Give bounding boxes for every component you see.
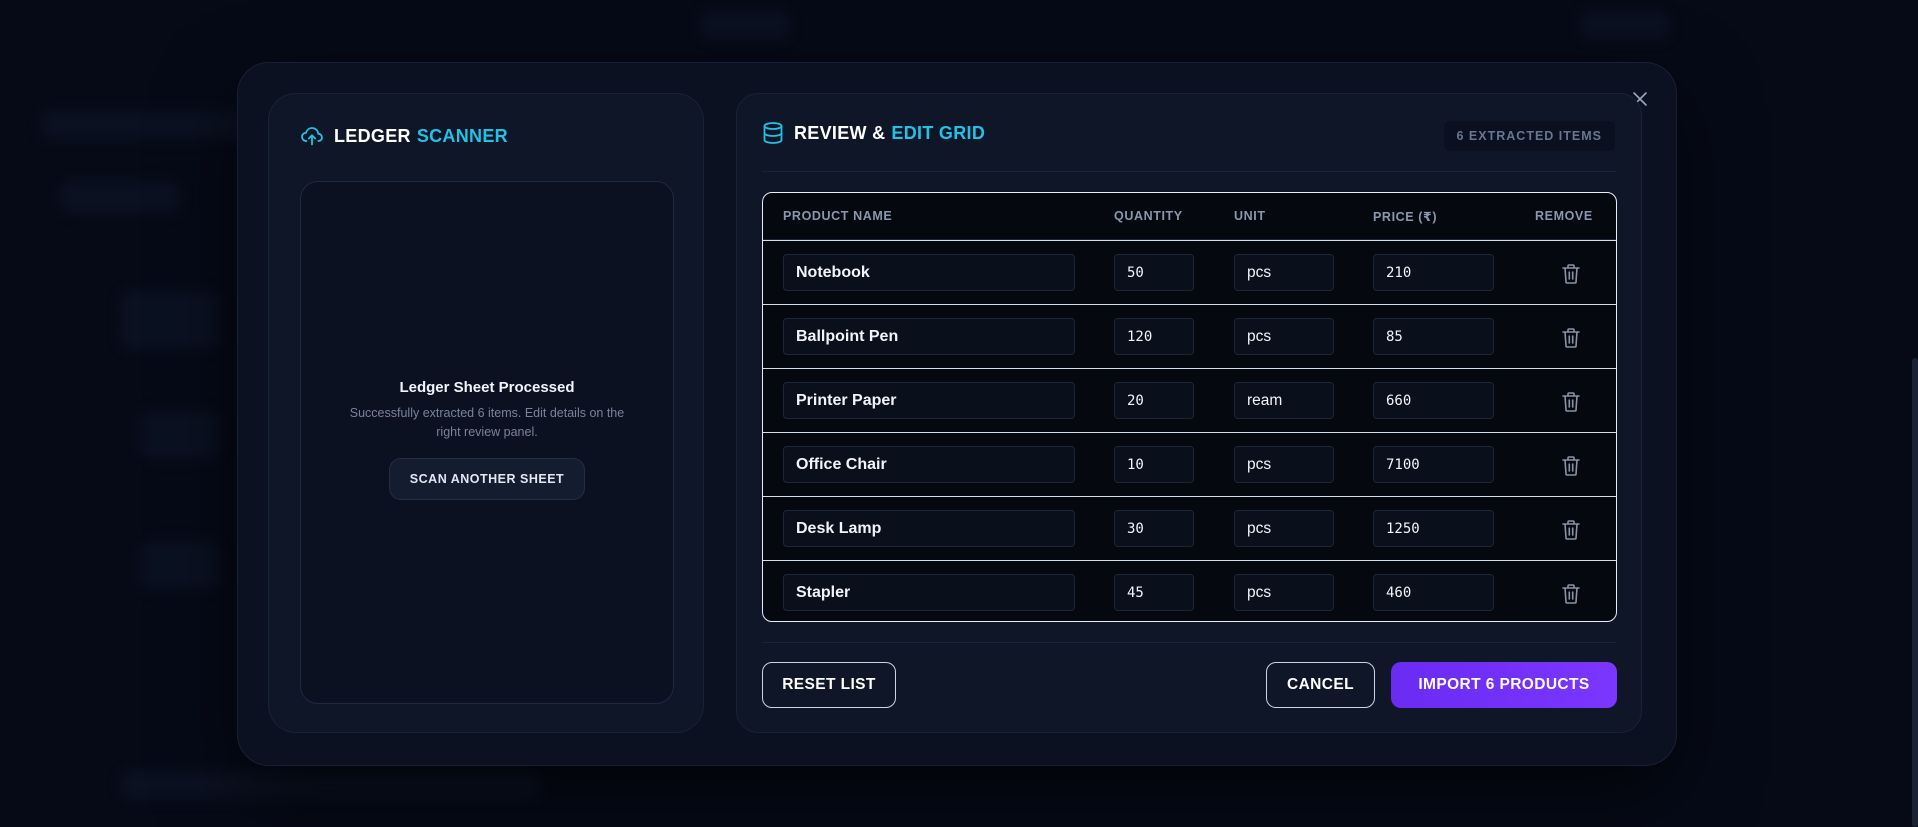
quantity-input[interactable]: 30 <box>1114 510 1194 547</box>
quantity-input[interactable]: 20 <box>1114 382 1194 419</box>
unit-input[interactable]: ream <box>1234 382 1334 419</box>
scan-drop-zone[interactable]: Ledger Sheet Processed Successfully extr… <box>300 181 674 704</box>
scanner-title: LEDGER SCANNER <box>300 125 508 147</box>
trash-icon[interactable] <box>1561 583 1581 605</box>
scan-another-sheet-button[interactable]: SCAN ANOTHER SHEET <box>388 458 586 500</box>
table-row: Office Chair 10 pcs 7100 <box>763 432 1616 496</box>
ledger-import-modal: LEDGER SCANNER Ledger Sheet Processed Suc… <box>237 62 1677 766</box>
unit-input[interactable]: pcs <box>1234 510 1334 547</box>
database-icon <box>763 122 783 144</box>
page-scrollbar[interactable] <box>1912 358 1918 827</box>
review-title: REVIEW & EDIT GRID <box>762 121 985 145</box>
table-row: Desk Lamp 30 pcs 1250 <box>763 496 1616 560</box>
trash-icon[interactable] <box>1561 391 1581 413</box>
processed-description: Successfully extracted 6 items. Edit det… <box>349 406 625 439</box>
column-header-product-name: PRODUCT NAME <box>783 209 893 223</box>
cloud-upload-icon <box>301 127 323 146</box>
grid-header: PRODUCT NAME QUANTITY UNIT PRICE (₹) REM… <box>763 193 1616 240</box>
footer-divider <box>762 642 1616 643</box>
table-row: Ballpoint Pen 120 pcs 85 <box>763 304 1616 368</box>
scanner-panel: LEDGER SCANNER Ledger Sheet Processed Suc… <box>268 93 704 733</box>
unit-input[interactable]: pcs <box>1234 254 1334 291</box>
review-panel: REVIEW & EDIT GRID 6 EXTRACTED ITEMS PROD… <box>736 93 1642 733</box>
column-header-unit: UNIT <box>1234 209 1266 223</box>
unit-input[interactable]: pcs <box>1234 446 1334 483</box>
trash-icon[interactable] <box>1561 519 1581 541</box>
extracted-items-badge: 6 EXTRACTED ITEMS <box>1443 121 1615 151</box>
product-name-input[interactable]: Notebook <box>783 254 1075 291</box>
product-name-input[interactable]: Printer Paper <box>783 382 1075 419</box>
price-input[interactable]: 1250 <box>1373 510 1494 547</box>
trash-icon[interactable] <box>1561 263 1581 285</box>
review-title-main: REVIEW & <box>794 122 886 143</box>
column-header-quantity: QUANTITY <box>1114 209 1183 223</box>
product-name-input[interactable]: Stapler <box>783 574 1075 611</box>
review-grid: PRODUCT NAME QUANTITY UNIT PRICE (₹) REM… <box>762 192 1617 622</box>
product-name-input[interactable]: Office Chair <box>783 446 1075 483</box>
quantity-input[interactable]: 10 <box>1114 446 1194 483</box>
trash-icon[interactable] <box>1561 455 1581 477</box>
price-input[interactable]: 660 <box>1373 382 1494 419</box>
scanner-title-accent: SCANNER <box>416 125 508 146</box>
header-divider <box>762 171 1616 172</box>
unit-input[interactable]: pcs <box>1234 574 1334 611</box>
price-input[interactable]: 210 <box>1373 254 1494 291</box>
import-products-button[interactable]: IMPORT 6 PRODUCTS <box>1391 662 1617 708</box>
quantity-input[interactable]: 45 <box>1114 574 1194 611</box>
processed-title: Ledger Sheet Processed <box>399 379 575 396</box>
column-header-price: PRICE (₹) <box>1373 210 1438 224</box>
price-input[interactable]: 7100 <box>1373 446 1494 483</box>
table-row: Printer Paper 20 ream 660 <box>763 368 1616 432</box>
column-header-remove: REMOVE <box>1535 209 1593 223</box>
quantity-input[interactable]: 50 <box>1114 254 1194 291</box>
price-input[interactable]: 85 <box>1373 318 1494 355</box>
quantity-input[interactable]: 120 <box>1114 318 1194 355</box>
scanner-title-main: LEDGER <box>334 125 411 146</box>
product-name-input[interactable]: Ballpoint Pen <box>783 318 1075 355</box>
review-title-accent: EDIT GRID <box>891 122 986 143</box>
product-name-input[interactable]: Desk Lamp <box>783 510 1075 547</box>
trash-icon[interactable] <box>1561 327 1581 349</box>
unit-input[interactable]: pcs <box>1234 318 1334 355</box>
table-row: Notebook 50 pcs 210 <box>763 240 1616 304</box>
price-input[interactable]: 460 <box>1373 574 1494 611</box>
table-row: Stapler 45 pcs 460 <box>763 560 1616 621</box>
reset-list-button[interactable]: RESET LIST <box>762 662 896 708</box>
cancel-button[interactable]: CANCEL <box>1266 662 1375 708</box>
